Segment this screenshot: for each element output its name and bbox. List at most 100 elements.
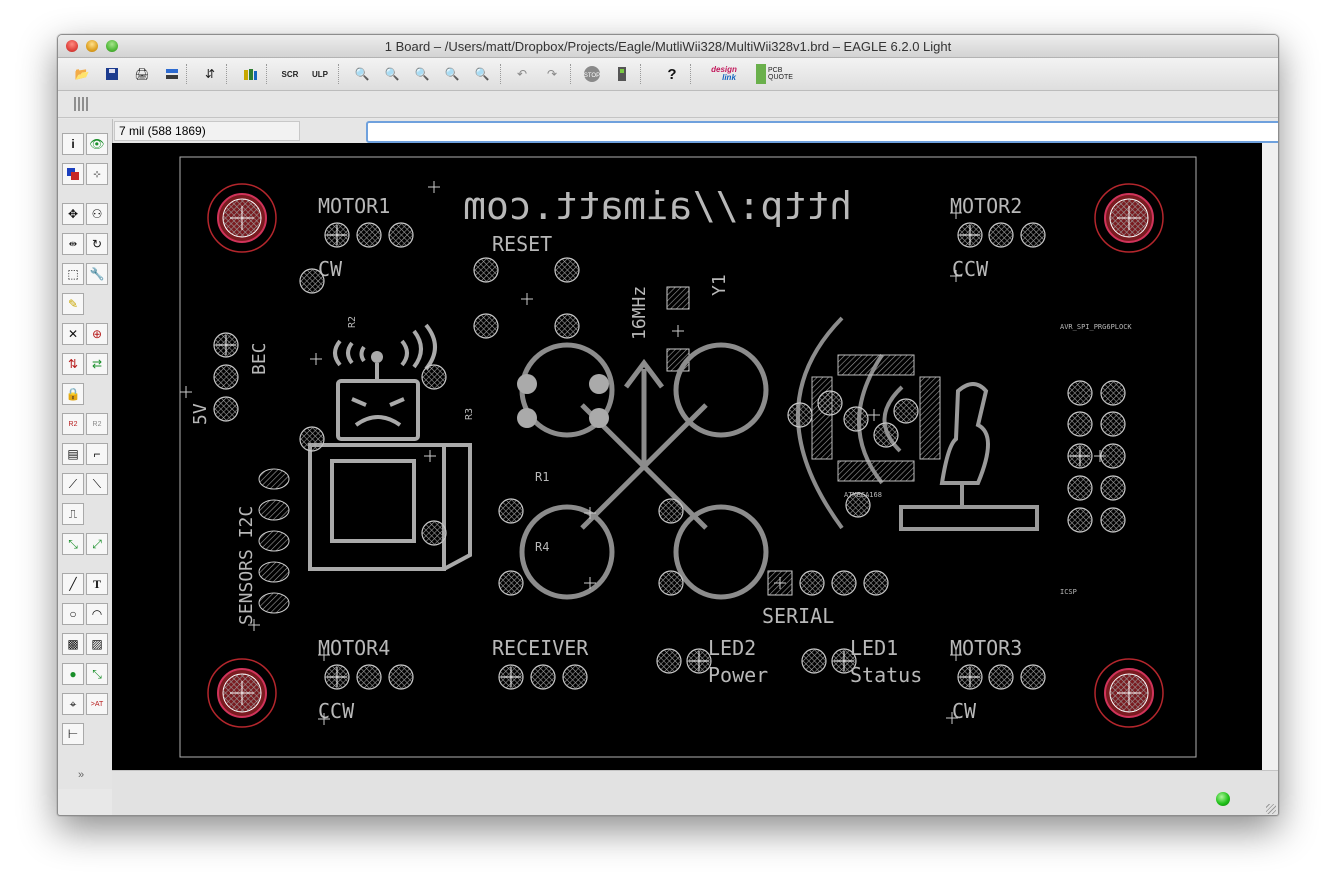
change-icon[interactable]: 🔧: [86, 263, 108, 285]
save-icon[interactable]: [102, 64, 122, 84]
crystal-designator: Y1: [709, 274, 730, 296]
resize-grip-icon[interactable]: [1266, 804, 1276, 814]
status-led-icon: [1216, 792, 1230, 806]
display-layers-icon[interactable]: [62, 163, 84, 185]
smash-icon[interactable]: ▤: [62, 443, 84, 465]
circle-icon[interactable]: ○: [62, 603, 84, 625]
signal-icon[interactable]: ⤡: [86, 663, 108, 685]
led1-label: LED1: [850, 636, 898, 660]
bec-label: BEC: [249, 342, 270, 375]
mount-hole: [1094, 658, 1164, 728]
icsp-label: ICSP: [1060, 588, 1077, 596]
pcb-drawing: http://aimatt.com MOTOR1 CW MOTOR2 CCW M…: [179, 156, 1197, 758]
vertical-scrollbar[interactable]: [1262, 143, 1278, 770]
info-icon[interactable]: i: [62, 133, 84, 155]
via-icon[interactable]: ●: [62, 663, 84, 685]
move-icon[interactable]: ✥: [62, 203, 84, 225]
r1-label: R1: [535, 470, 549, 484]
motor3-direction: CW: [952, 699, 977, 723]
svg-text:STOP: STOP: [584, 73, 600, 79]
zoom-fit-icon[interactable]: 🔍: [352, 64, 372, 84]
mount-hole: [207, 658, 277, 728]
dimension-icon[interactable]: ⊢: [62, 723, 84, 745]
parameter-toolbar: [58, 91, 1278, 118]
reset-label: RESET: [492, 232, 552, 256]
go-icon[interactable]: [612, 64, 632, 84]
command-input[interactable]: ▼: [366, 121, 1278, 143]
sensors-label: SENSORS I2C: [236, 506, 257, 625]
swap-icon[interactable]: ⇄: [86, 353, 108, 375]
rotate-icon[interactable]: ↻: [86, 233, 108, 255]
meander-icon[interactable]: ⎍: [62, 503, 84, 525]
miter-icon[interactable]: ⌐: [86, 443, 108, 465]
more-tools-icon[interactable]: »: [78, 769, 84, 781]
redo-icon[interactable]: ↷: [542, 64, 562, 84]
copy-icon[interactable]: ⚇: [86, 203, 108, 225]
replace-icon[interactable]: ⇅: [62, 353, 84, 375]
route-icon[interactable]: ⤡: [62, 533, 84, 555]
scr-icon[interactable]: SCR: [280, 64, 300, 84]
grid-icon[interactable]: [74, 97, 90, 111]
main-toolbar: 📂 🖨 ⇵ SCR ULP 🔍 🔍 🔍 🔍 🔍 ↶ ↷ STOP ? desig…: [58, 58, 1278, 91]
mount-hole: [207, 183, 277, 253]
atmega-label: ATMEGA168: [844, 491, 882, 499]
zoom-out-icon[interactable]: 🔍: [412, 64, 432, 84]
pcb-quote-button[interactable]: PCB QUOTE: [756, 64, 793, 84]
ulp-icon[interactable]: ULP: [310, 64, 330, 84]
group-icon[interactable]: ⬚: [62, 263, 84, 285]
arc-icon[interactable]: ◠: [86, 603, 108, 625]
open-icon[interactable]: 📂: [72, 64, 92, 84]
quad-logo: [519, 342, 769, 600]
zoom-redraw-icon[interactable]: 🔍: [442, 64, 462, 84]
value-icon[interactable]: R2: [86, 413, 108, 435]
hole-icon[interactable]: ⌖: [62, 693, 84, 715]
zoom-area-icon[interactable]: 🔍: [472, 64, 492, 84]
mount-hole: [1094, 183, 1164, 253]
motor2-direction: CCW: [952, 257, 989, 281]
print-icon[interactable]: 🖨: [132, 64, 152, 84]
mark-icon[interactable]: ⊹: [86, 163, 108, 185]
motor3-label: MOTOR3: [950, 636, 1022, 660]
title-bar: 1 Board – /Users/matt/Dropbox/Projects/E…: [58, 35, 1278, 58]
optimize-icon[interactable]: ⟍: [86, 473, 108, 495]
add-icon[interactable]: ⊕: [86, 323, 108, 345]
show-icon[interactable]: 👁: [86, 133, 108, 155]
design-link-line2: link: [722, 73, 736, 82]
command-row: 7 mil (588 1869) ▼: [112, 119, 1278, 143]
sensor-header: [258, 468, 290, 614]
undo-icon[interactable]: ↶: [512, 64, 532, 84]
avr-spi-label: AVR_SPI_PRG6PLOCK: [1060, 323, 1132, 331]
cam-icon[interactable]: [162, 64, 182, 84]
r4-label: R4: [535, 540, 549, 554]
help-icon[interactable]: ?: [662, 64, 682, 84]
design-link-button[interactable]: design link: [702, 64, 746, 84]
script-icon[interactable]: ⇵: [200, 64, 220, 84]
zoom-in-icon[interactable]: 🔍: [382, 64, 402, 84]
board-canvas[interactable]: http://aimatt.com MOTOR1 CW MOTOR2 CCW M…: [112, 143, 1262, 770]
paste-icon[interactable]: ✎: [62, 293, 84, 315]
polygon-icon[interactable]: ▨: [86, 633, 108, 655]
power-label: Power: [708, 663, 768, 687]
name-icon[interactable]: R2: [62, 413, 84, 435]
url-text: http://aimatt.com: [463, 184, 852, 228]
serial-label: SERIAL: [762, 604, 834, 628]
text-icon[interactable]: T: [86, 573, 108, 595]
library-icon[interactable]: [240, 64, 260, 84]
pcb-quote-line1: PCB: [768, 67, 783, 74]
mirror-icon[interactable]: ⇹: [62, 233, 84, 255]
status-bar: [112, 770, 1278, 815]
stop-icon[interactable]: STOP: [582, 64, 602, 84]
motor2-label: MOTOR2: [950, 194, 1022, 218]
wire-icon[interactable]: ╱: [62, 573, 84, 595]
rect-icon[interactable]: ▩: [62, 633, 84, 655]
lock-icon[interactable]: 🔒: [62, 383, 84, 405]
split-icon[interactable]: ⟋: [62, 473, 84, 495]
coordinate-display: 7 mil (588 1869): [114, 121, 300, 141]
ripup-icon[interactable]: ⤢: [86, 533, 108, 555]
r3-label: R3: [464, 408, 475, 420]
delete-icon[interactable]: ✕: [62, 323, 84, 345]
motor1-label: MOTOR1: [318, 194, 390, 218]
attribute-icon[interactable]: >AT: [86, 693, 108, 715]
motor4-label: MOTOR4: [318, 636, 390, 660]
eagle-window: 1 Board – /Users/matt/Dropbox/Projects/E…: [57, 34, 1279, 816]
